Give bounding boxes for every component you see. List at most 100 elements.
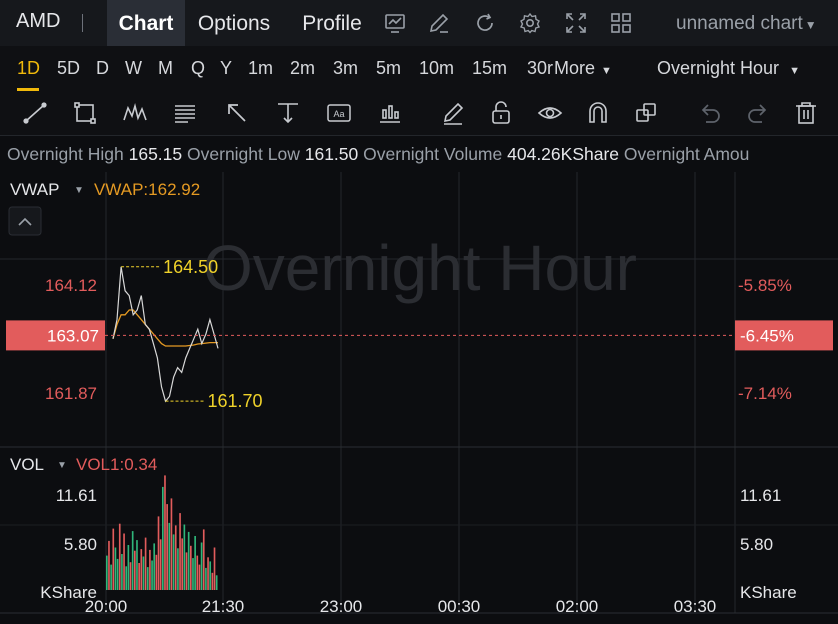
- volume-bar: [211, 572, 214, 590]
- chart-name-dropdown[interactable]: unnamed chart ▼: [676, 13, 817, 35]
- fullscreen-icon[interactable]: [564, 11, 588, 35]
- redo-icon[interactable]: [745, 100, 771, 126]
- period-m[interactable]: M: [158, 58, 173, 79]
- volume-bar: [179, 513, 181, 590]
- volume-bar: [153, 543, 156, 590]
- tab-chart[interactable]: Chart: [107, 0, 185, 46]
- volume-bar: [215, 575, 218, 590]
- time-tick-label: 23:00: [320, 597, 363, 616]
- volume-bar: [213, 547, 216, 590]
- volume-bar: [144, 537, 147, 590]
- vol-indicator-name[interactable]: VOL: [10, 455, 44, 474]
- divider: [82, 14, 83, 32]
- volume-bar: [151, 560, 153, 590]
- layout-grid-icon[interactable]: [609, 11, 633, 35]
- period-2m[interactable]: 2m: [290, 58, 315, 79]
- current-pct-value: -6.45%: [740, 326, 794, 345]
- period-10m[interactable]: 10m: [419, 58, 454, 79]
- volume-bar: [118, 523, 121, 590]
- fib-icon[interactable]: [172, 100, 198, 126]
- vol-value: VOL1:0.34: [76, 455, 157, 474]
- indicator-icon[interactable]: [377, 100, 403, 126]
- gear-icon[interactable]: [518, 11, 542, 35]
- period-5d[interactable]: 5D: [57, 58, 80, 79]
- volume-bar: [196, 555, 199, 590]
- vol-tick-left: 5.80: [64, 535, 97, 554]
- volume-bar: [149, 549, 151, 590]
- high-annotation: 164.50: [163, 257, 218, 277]
- tab-options[interactable]: Options: [189, 0, 279, 46]
- vwap-indicator-name[interactable]: VWAP: [10, 180, 59, 199]
- volume-bar: [187, 531, 190, 590]
- draw-icon[interactable]: [427, 11, 451, 35]
- drawing-toolbar: Aa: [0, 91, 838, 136]
- high-value: 165.15: [128, 144, 183, 164]
- volume-bar: [116, 558, 119, 590]
- period-1m[interactable]: 1m: [248, 58, 273, 79]
- undo-icon[interactable]: [697, 100, 723, 126]
- vwap-line: [112, 309, 218, 347]
- session-dropdown[interactable]: Overnight Hour ▼: [657, 58, 800, 79]
- period-15m[interactable]: 15m: [472, 58, 507, 79]
- period-3m[interactable]: 3m: [333, 58, 358, 79]
- tab-profile[interactable]: Profile: [293, 0, 371, 46]
- time-tick-label: 20:00: [85, 597, 128, 616]
- price-chart[interactable]: Overnight Hour VWAP ▼ VWAP:162.92 164.12…: [0, 172, 838, 624]
- collapse-panel-button[interactable]: [8, 206, 42, 236]
- chart-settings-icon[interactable]: [383, 11, 407, 35]
- period-5m[interactable]: 5m: [376, 58, 401, 79]
- watermark: Overnight Hour: [203, 232, 637, 304]
- eye-icon[interactable]: [537, 100, 563, 126]
- volume-bar: [110, 564, 112, 590]
- volume-bar: [209, 561, 212, 590]
- more-periods-dropdown[interactable]: More ▼: [554, 58, 612, 79]
- volume-bar: [192, 558, 194, 590]
- volume-bar: [106, 555, 108, 590]
- magnet-icon[interactable]: [585, 100, 611, 126]
- volume-bar: [108, 540, 110, 590]
- volume-bar: [142, 556, 145, 590]
- volume-bar: [125, 566, 128, 590]
- layers-icon[interactable]: [633, 100, 659, 126]
- volume-bar: [190, 545, 192, 590]
- time-tick-label: 21:30: [202, 597, 245, 616]
- volume-bar: [134, 550, 136, 590]
- arrow-icon[interactable]: [224, 100, 250, 126]
- volume-bar: [170, 498, 173, 590]
- lock-icon[interactable]: [488, 100, 514, 126]
- more-label: More: [554, 58, 596, 78]
- volume-bar: [136, 540, 138, 590]
- period-bar: 1D 5D D W M Q Y 1m 2m 3m 5m 10m 15m 30r …: [0, 46, 838, 92]
- ticker-symbol: AMD: [16, 10, 61, 32]
- vwap-value: VWAP:162.92: [94, 180, 200, 199]
- caret-down-icon[interactable]: ▼: [74, 185, 84, 196]
- text-icon[interactable]: Aa: [326, 100, 352, 126]
- pencil-icon[interactable]: [440, 100, 466, 126]
- high-label: Overnight High: [7, 144, 124, 164]
- refresh-icon[interactable]: [473, 11, 497, 35]
- volume-bar: [181, 538, 184, 590]
- period-30m[interactable]: 30r: [527, 58, 553, 79]
- volume-value: 404.26KShare: [507, 144, 620, 164]
- volume-bar: [172, 534, 175, 590]
- period-q[interactable]: Q: [191, 58, 205, 79]
- measure-icon[interactable]: [275, 100, 301, 126]
- volume-bar: [138, 563, 140, 590]
- period-d[interactable]: D: [96, 58, 109, 79]
- rectangle-icon[interactable]: [72, 100, 98, 126]
- pct-tick-right: -7.14%: [738, 384, 792, 403]
- time-tick-label: 02:00: [556, 597, 599, 616]
- trend-line-icon[interactable]: [22, 100, 48, 126]
- period-w[interactable]: W: [125, 58, 142, 79]
- volume-bar: [168, 522, 171, 590]
- pattern-icon[interactable]: [122, 100, 148, 126]
- volume-bar: [146, 567, 149, 590]
- period-y[interactable]: Y: [220, 58, 232, 79]
- period-1d[interactable]: 1D: [17, 58, 40, 79]
- caret-down-icon[interactable]: ▼: [57, 460, 67, 471]
- caret-down-icon: ▼: [804, 18, 817, 32]
- trash-icon[interactable]: [793, 100, 819, 126]
- volume-bar: [174, 525, 177, 590]
- volume-bar: [164, 475, 166, 590]
- volume-bar: [131, 531, 134, 590]
